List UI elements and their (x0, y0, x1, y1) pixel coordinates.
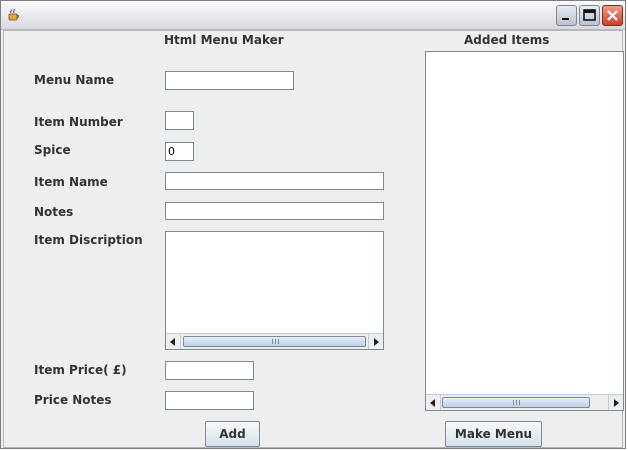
scroll-thumb[interactable] (183, 336, 366, 347)
minimize-button[interactable] (556, 5, 577, 26)
price-notes-input[interactable] (165, 391, 254, 410)
item-price-input[interactable] (165, 361, 254, 380)
title-bar[interactable] (1, 1, 625, 30)
close-icon (607, 10, 618, 21)
menu-name-label: Menu Name (34, 73, 115, 87)
page-title: Html Menu Maker (164, 33, 284, 47)
scroll-right-button[interactable] (368, 334, 383, 349)
make-menu-button[interactable]: Make Menu (445, 421, 542, 447)
list-scroll-right-button[interactable] (608, 395, 623, 410)
scroll-grip-icon (271, 339, 279, 344)
list-scroll-left-button[interactable] (426, 395, 441, 410)
item-price-label: Item Price( £) (34, 363, 127, 377)
spice-label: Spice (34, 143, 71, 157)
minimize-icon (562, 18, 569, 20)
added-items-heading: Added Items (464, 33, 550, 47)
item-description-label: Item Discription (34, 233, 143, 247)
scroll-left-icon (170, 338, 175, 346)
price-notes-label: Price Notes (34, 393, 112, 407)
scroll-left-button[interactable] (166, 334, 181, 349)
notes-label: Notes (34, 205, 74, 219)
added-items-horizontal-scrollbar[interactable] (426, 394, 623, 410)
scroll-grip-icon (513, 400, 520, 405)
notes-input[interactable] (165, 202, 384, 220)
close-button[interactable] (602, 5, 623, 26)
item-name-input[interactable] (165, 172, 384, 190)
maximize-button[interactable] (579, 5, 600, 26)
scroll-left-icon (430, 399, 435, 407)
menu-name-input[interactable] (165, 71, 294, 90)
added-items-list[interactable] (425, 51, 624, 411)
item-number-input[interactable] (165, 111, 194, 130)
item-name-label: Item Name (34, 175, 108, 189)
app-window: Html Menu Maker Added Items Menu Name It… (0, 0, 626, 449)
scroll-right-icon (614, 399, 619, 407)
add-button[interactable]: Add (205, 421, 260, 447)
item-number-label: Item Number (34, 115, 123, 129)
java-coffee-cup-icon[interactable] (7, 8, 21, 22)
scroll-right-icon (374, 338, 379, 346)
content-panel: Html Menu Maker Added Items Menu Name It… (3, 30, 624, 448)
description-horizontal-scrollbar[interactable] (166, 333, 383, 349)
item-description-textarea[interactable] (165, 231, 384, 350)
spice-input[interactable] (165, 142, 194, 161)
list-scroll-thumb[interactable] (442, 397, 590, 408)
maximize-icon (583, 9, 596, 21)
